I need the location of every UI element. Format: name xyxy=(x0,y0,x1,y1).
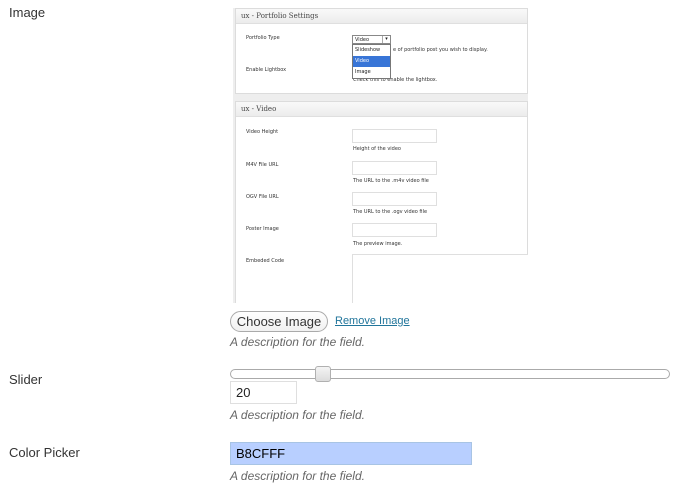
ogv-url-input xyxy=(352,192,437,206)
portfolio-type-help: e of portfolio post you wish to display. xyxy=(393,47,488,53)
embed-code-label: Embeded Code xyxy=(246,258,285,264)
color-picker-label: Color Picker xyxy=(9,445,80,460)
m4v-url-help: The URL to the .m4v video file xyxy=(353,178,429,184)
slider-field-description: A description for the field. xyxy=(230,408,365,422)
remove-image-link[interactable]: Remove Image xyxy=(335,315,410,327)
color-picker-input[interactable] xyxy=(230,442,472,465)
video-height-help: Height of the video xyxy=(353,146,401,152)
dropdown-option-selected: Video xyxy=(353,56,390,67)
image-preview: ux - Portfolio Settings Portfolio Type V… xyxy=(233,8,528,303)
video-box: ux - Video Video Height Height of the vi… xyxy=(235,101,528,303)
video-height-input xyxy=(352,129,437,143)
image-field-description: A description for the field. xyxy=(230,335,365,349)
choose-image-button[interactable]: Choose Image xyxy=(230,311,328,332)
poster-image-help: The preview image. xyxy=(353,241,403,247)
portfolio-type-value: Video xyxy=(355,37,370,43)
m4v-url-input xyxy=(352,161,437,175)
portfolio-type-label: Portfolio Type xyxy=(246,35,280,41)
portfolio-settings-title: ux - Portfolio Settings xyxy=(236,9,527,24)
portfolio-type-dropdown: Slideshow Video Image xyxy=(352,44,391,79)
color-field-description: A description for the field. xyxy=(230,469,365,483)
portfolio-settings-box: ux - Portfolio Settings Portfolio Type V… xyxy=(235,8,528,94)
image-field-label: Image xyxy=(9,5,46,20)
portfolio-type-select: Video ▾ xyxy=(352,35,391,44)
slider-track[interactable] xyxy=(230,369,670,379)
slider-handle[interactable] xyxy=(314,366,331,382)
dropdown-option: Slideshow xyxy=(355,47,381,53)
video-height-label: Video Height xyxy=(246,129,279,135)
lightbox-label: Enable Lightbox xyxy=(246,67,287,73)
embed-code-textarea xyxy=(352,254,528,303)
slider-value-input[interactable] xyxy=(230,381,297,404)
chevron-down-icon: ▾ xyxy=(382,36,390,43)
dropdown-option: Image xyxy=(355,69,371,75)
poster-image-label: Poster Image xyxy=(246,226,279,232)
m4v-url-label: M4V File URL xyxy=(246,162,279,168)
video-box-title: ux - Video xyxy=(236,102,527,117)
ogv-url-label: OGV File URL xyxy=(246,194,279,200)
poster-image-input xyxy=(352,223,437,237)
ogv-url-help: The URL to the .ogv video file xyxy=(353,209,428,215)
slider-field-label: Slider xyxy=(9,372,43,387)
